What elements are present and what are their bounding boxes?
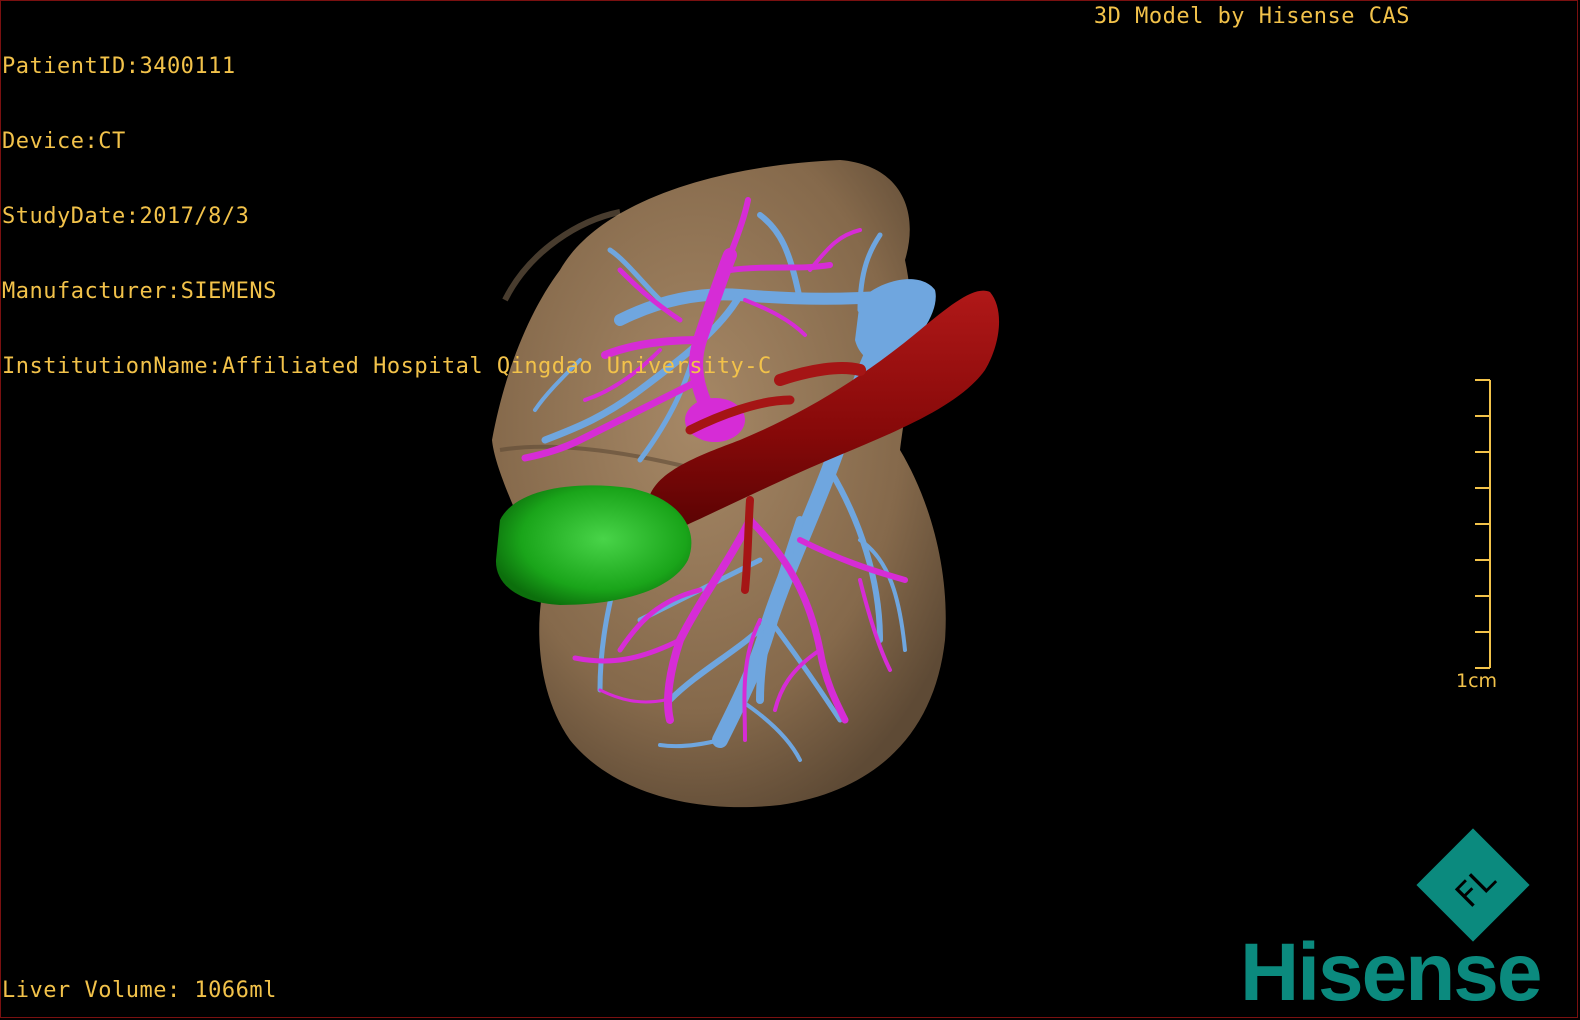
- patient-info-panel: PatientID:3400111 Device:CT StudyDate:20…: [2, 4, 772, 404]
- scale-bar: [1475, 379, 1491, 669]
- hisense-badge-icon: FL: [1416, 828, 1530, 942]
- scale-bar-label: 1cm: [1456, 670, 1498, 692]
- brand-caption: 3D Model by Hisense CAS: [1093, 4, 1410, 29]
- patient-id: PatientID:3400111: [2, 54, 236, 79]
- device: Device:CT: [2, 129, 126, 154]
- institution-name: InstitutionName:Affiliated Hospital Qing…: [2, 354, 772, 379]
- study-date: StudyDate:2017/8/3: [2, 204, 250, 229]
- hisense-logo: Hisense: [1240, 927, 1543, 1018]
- manufacturer: Manufacturer:SIEMENS: [2, 279, 277, 304]
- liver-volume: Liver Volume: 1066ml: [2, 978, 277, 1003]
